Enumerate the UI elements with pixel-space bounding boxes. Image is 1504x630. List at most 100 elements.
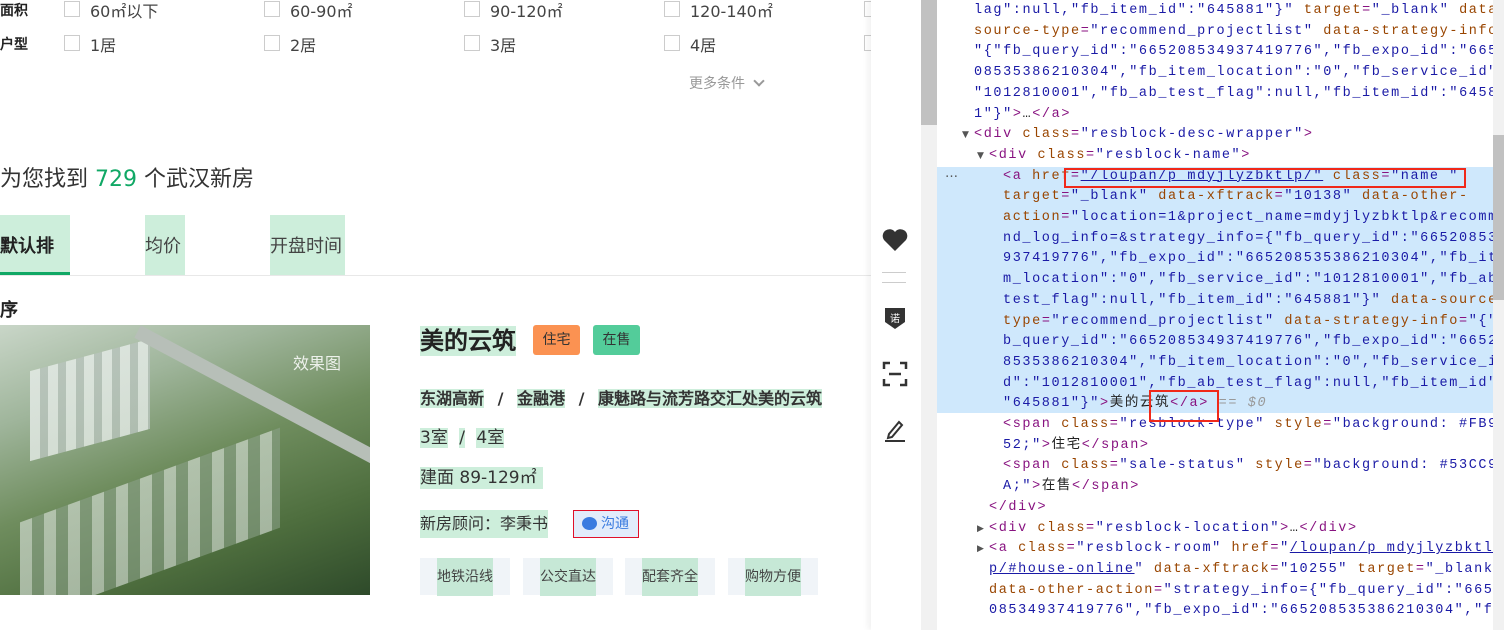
dom-tree-line[interactable]: type="recommend_projectlist" data-strate… [1003, 312, 1493, 332]
expand-triangle-icon[interactable]: ▶ [977, 524, 984, 534]
dom-token: data- [1459, 3, 1493, 18]
filter-checkbox[interactable] [264, 1, 280, 17]
dom-tree-line[interactable]: p/#house-online" data-xftrack="10255" ta… [989, 560, 1493, 580]
collapse-triangle-icon[interactable]: ▼ [977, 151, 984, 161]
listing-name[interactable]: 美的云筑 [420, 326, 516, 356]
results-count: 729 [95, 167, 138, 192]
filter-checkbox[interactable] [664, 1, 680, 17]
collapse-triangle-icon[interactable]: ▼ [962, 130, 969, 140]
filter-checkbox[interactable] [64, 1, 80, 17]
dom-token: "resblock-room" [1076, 541, 1222, 557]
dom-token: = [1415, 561, 1426, 577]
dom-tree-line[interactable]: action="location=1&project_name=mdyjlyzb… [1003, 208, 1493, 228]
image-label: 效果图 [293, 354, 342, 373]
dom-token: = [1061, 210, 1071, 225]
dom-token: </span> [1072, 479, 1140, 495]
dom-token: " [1280, 541, 1290, 557]
location-area[interactable]: 金融港 [517, 389, 566, 408]
dom-tree-line[interactable]: <div class="resblock-location">…</div> [989, 519, 1358, 539]
dom-token: </div> [989, 499, 1048, 515]
tab-default-sort[interactable]: 默认排序 [0, 215, 70, 321]
filter-option-label[interactable]: 120-140㎡ [690, 0, 773, 22]
dom-token: <a [989, 541, 1009, 557]
dom-tree-line[interactable]: </div> [989, 498, 1047, 518]
dom-tree-line[interactable]: 1"}">…</a> [974, 105, 1071, 125]
promise-shield-icon[interactable]: 诺 [881, 304, 909, 332]
dom-tree-line[interactable]: m_location":"0","fb_service_id":"1012810… [1003, 270, 1493, 290]
heart-icon[interactable] [881, 226, 909, 254]
dom-tree-line[interactable]: "645881"}">美的云筑</a> == $0 [1003, 394, 1267, 414]
dom-tree-line[interactable]: d":"1012810001","fb_ab_test_flag":null,"… [1003, 374, 1493, 394]
dom-tree-line[interactable]: test_flag":null,"fb_item_id":"645881"}" … [1003, 291, 1493, 311]
dom-token: class [1008, 541, 1067, 557]
dom-tree-line[interactable]: 8535386210304","fb_item_location":"0","f… [1003, 353, 1493, 373]
listing-image[interactable]: 效果图 [0, 325, 370, 595]
dom-tree-line[interactable]: "1012810001","fb_ab_test_flag":null,"fb_… [974, 84, 1493, 104]
filter-option-label[interactable]: 3居 [490, 32, 516, 56]
tab-average-price[interactable]: 均价 [145, 215, 185, 275]
type-badge: 住宅 [533, 325, 580, 355]
dom-tree-line[interactable]: <span class="sale-status" style="backgro… [1003, 456, 1493, 476]
dom-tree-line[interactable]: <span class="resblock-type" style="backg… [1003, 415, 1493, 435]
dom-token: </div> [1299, 520, 1358, 536]
dom-token: data-other-action [989, 582, 1154, 598]
feature-label: 配套齐全 [642, 558, 698, 596]
filter-checkbox[interactable] [264, 35, 280, 51]
dom-token: "resblock-location" [1095, 520, 1281, 536]
filter-checkbox[interactable] [64, 35, 80, 51]
page-scrollbar-thumb[interactable] [921, 0, 937, 125]
node-actions-ellipsis[interactable]: … [945, 166, 958, 181]
dom-tree-line[interactable]: <a class="resblock-room" href="/loupan/p… [989, 539, 1493, 559]
dom-tree-line[interactable]: <div class="resblock-name"> [989, 146, 1251, 166]
dom-token: "{"fb_query_id":"665208534937419776","fb… [974, 44, 1493, 60]
listing-area: 建面 89-129㎡ [420, 467, 543, 489]
dom-tree-line[interactable]: nd_log_info=&strategy_info={"fb_query_id… [1003, 229, 1493, 249]
dom-tree-line[interactable]: <div class="resblock-desc-wrapper"> [974, 125, 1314, 145]
dom-token: = [1061, 189, 1071, 205]
location-district[interactable]: 东湖高新 [420, 389, 485, 408]
filter-option-label[interactable]: 90-120㎡ [490, 0, 563, 22]
page-scrollbar[interactable] [921, 0, 937, 630]
dom-tree-line[interactable]: lag":null,"fb_item_id":"645881"}" target… [974, 1, 1493, 21]
dom-tree-line[interactable]: data-other-action="strategy_info={"fb_qu… [989, 581, 1493, 601]
dom-tree-line[interactable]: "{"fb_query_id":"665208534937419776","fb… [974, 42, 1493, 62]
filter-option-label[interactable]: 60-90㎡ [290, 0, 353, 22]
room-type: 3室 [420, 428, 448, 448]
filter-option-label[interactable]: 4居 [690, 32, 716, 56]
devtools-scrollbar[interactable] [1493, 0, 1504, 630]
listing-rooms[interactable]: 3室 / 4室 [420, 427, 505, 449]
dom-tree-line[interactable]: 08534937419776","fb_expo_id":"6652085353… [989, 601, 1493, 621]
dom-token: "strategy_info={"fb_query_id":"6652 [1163, 582, 1493, 598]
dom-tree-line[interactable]: A;">在售</span> [1003, 477, 1140, 497]
dom-tree-line[interactable]: 52;">住宅</span> [1003, 436, 1150, 456]
devtools-scrollbar-thumb[interactable] [1493, 135, 1504, 300]
dom-token: data-xftrack [1148, 189, 1275, 205]
dom-token: 1"}" [974, 106, 1013, 122]
expand-triangle-icon[interactable]: ▶ [977, 544, 984, 554]
chat-button[interactable]: 沟通 [573, 510, 639, 538]
filter-option-label[interactable]: 60㎡以下 [90, 0, 158, 22]
dom-tree-line[interactable]: 08535386210304","fb_item_location":"0","… [974, 63, 1493, 83]
filter-checkbox[interactable] [664, 35, 680, 51]
dom-token: <span [1003, 458, 1052, 474]
dom-tree-line[interactable]: source-type="recommend_projectlist" data… [974, 22, 1493, 42]
dom-token: style [1264, 417, 1324, 432]
more-filters-button[interactable]: 更多条件 [689, 73, 766, 93]
filter-option-label[interactable]: 1居 [90, 32, 116, 56]
dom-token: > [1303, 127, 1314, 143]
dom-token: > [1280, 520, 1290, 536]
scan-icon[interactable] [881, 360, 909, 388]
filter-checkbox[interactable] [464, 1, 480, 17]
dom-token: = [1362, 3, 1372, 18]
sidebar-divider [882, 272, 906, 273]
dom-tree-line[interactable]: b_query_id":"665208534937419776","fb_exp… [1003, 332, 1493, 352]
devtools-elements-panel: … lag":null,"fb_item_id":"645881"}" targ… [937, 0, 1493, 630]
filter-option-label[interactable]: 2居 [290, 32, 316, 56]
dom-tree-line[interactable]: target="_blank" data-xftrack="10138" dat… [1003, 187, 1469, 207]
edit-pencil-icon[interactable] [881, 415, 909, 443]
dom-token: = [1086, 520, 1096, 536]
filter-checkbox[interactable] [464, 35, 480, 51]
tab-opening-time[interactable]: 开盘时间 [270, 215, 345, 275]
tabs-divider [0, 275, 871, 276]
dom-tree-line[interactable]: 937419776","fb_expo_id":"665208535386210… [1003, 249, 1493, 269]
